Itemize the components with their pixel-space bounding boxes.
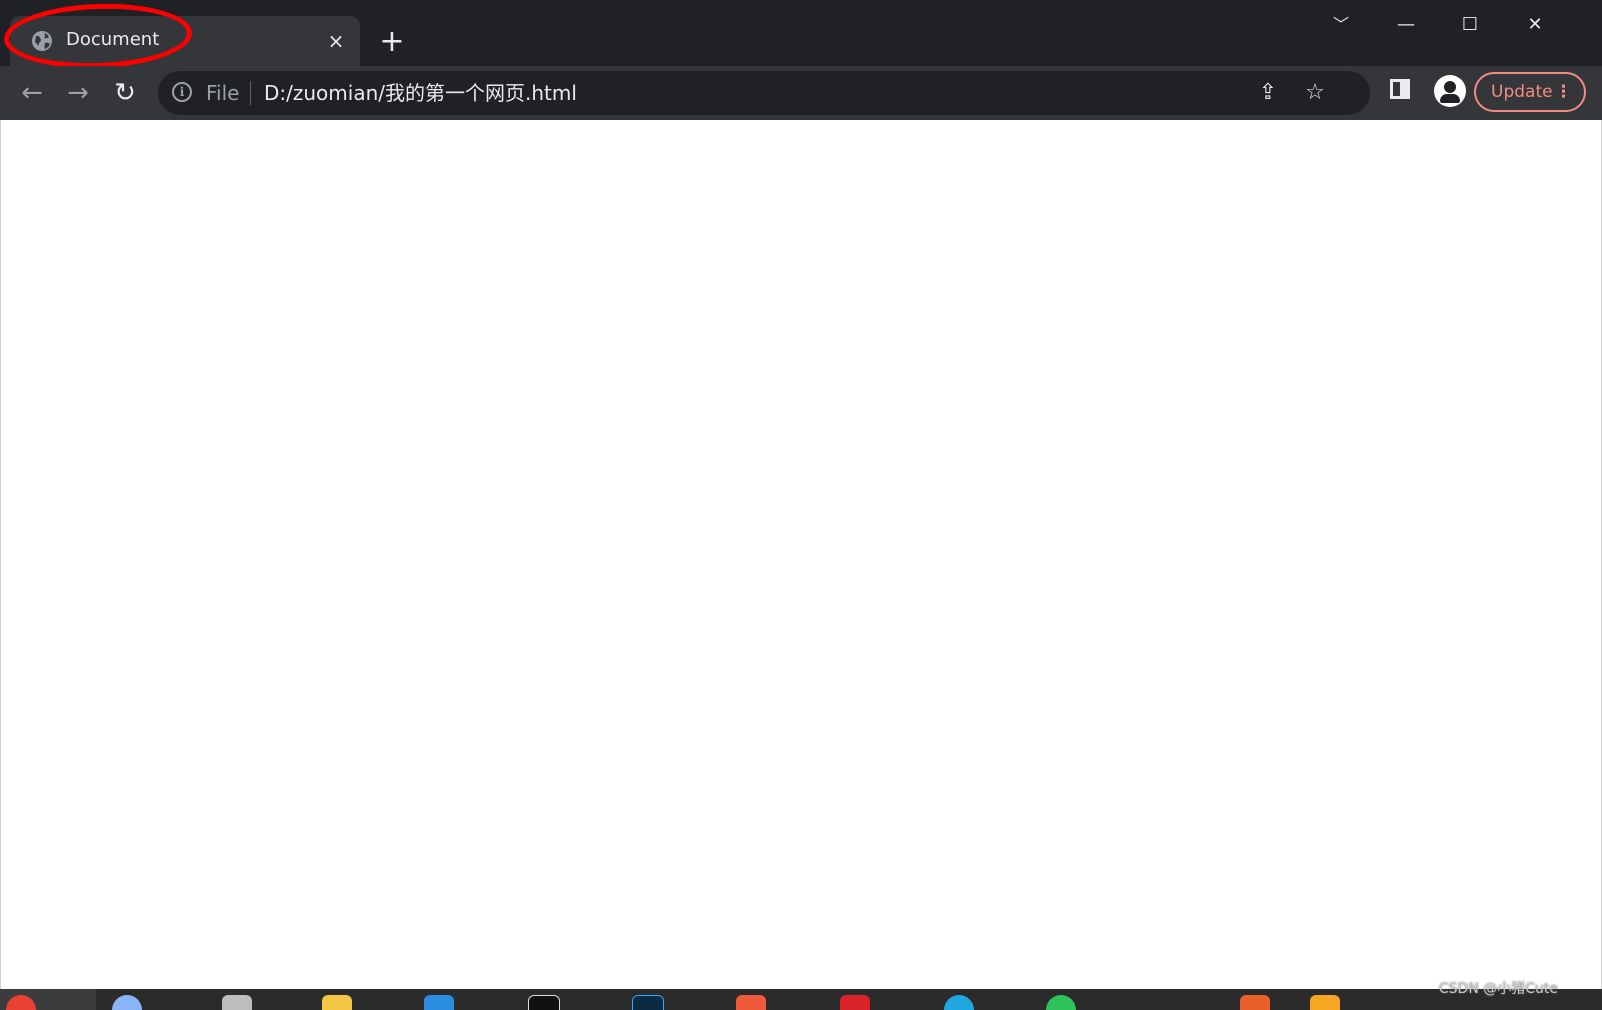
menu-dots-icon: ⋮ — [1555, 82, 1572, 102]
side-panel-icon[interactable] — [1390, 79, 1410, 99]
share-icon[interactable]: ⇪ — [1254, 79, 1282, 107]
taskbar-app-icon[interactable] — [222, 995, 252, 1010]
toolbar: ← → ↻ i File D:/zuomian/我的第一个网页.html ⇪ ☆… — [0, 66, 1602, 120]
tray-icon[interactable] — [1240, 995, 1270, 1010]
tab-strip: Document × + ﹀ — ☐ ✕ — [0, 0, 1602, 72]
window-close-button[interactable]: ✕ — [1512, 10, 1558, 40]
profile-avatar-icon[interactable] — [1434, 75, 1466, 107]
tray-icon[interactable] — [1310, 995, 1340, 1010]
photoshop-icon[interactable] — [632, 995, 664, 1010]
tab-close-button[interactable]: × — [322, 27, 350, 55]
taskbar-app-icon[interactable] — [736, 995, 766, 1010]
reload-button[interactable]: ↻ — [106, 74, 144, 112]
taskbar-app-icon[interactable] — [112, 995, 142, 1010]
taskbar-app-icon[interactable] — [1046, 995, 1076, 1010]
url-scheme-label: File — [206, 81, 240, 105]
new-tab-button[interactable]: + — [375, 26, 409, 60]
taskbar — [0, 989, 1602, 1010]
forward-button[interactable]: → — [59, 74, 97, 112]
page-content-area — [0, 120, 1602, 989]
watermark-text: CSDN @小猪Cute — [1438, 981, 1558, 997]
update-button-label: Update — [1491, 82, 1553, 102]
taskbar-active-app[interactable] — [0, 989, 96, 1010]
address-bar[interactable]: i File D:/zuomian/我的第一个网页.html ⇪ ☆ — [158, 71, 1370, 115]
info-icon[interactable]: i — [172, 82, 192, 102]
maximize-button[interactable]: ☐ — [1447, 10, 1493, 40]
chrome-app-icon — [6, 995, 36, 1010]
back-button[interactable]: ← — [13, 74, 51, 112]
omnibox-divider — [250, 81, 251, 105]
taskbar-app-icon[interactable] — [944, 995, 974, 1010]
taskbar-app-icon[interactable] — [528, 995, 560, 1010]
minimize-button[interactable]: — — [1383, 10, 1429, 40]
folder-icon[interactable] — [322, 995, 352, 1010]
vscode-icon[interactable] — [424, 995, 454, 1010]
update-button[interactable]: Update ⋮ — [1474, 72, 1586, 112]
url-text[interactable]: D:/zuomian/我的第一个网页.html — [264, 80, 577, 106]
tab-search-button[interactable]: ﹀ — [1318, 10, 1364, 40]
taskbar-app-icon[interactable] — [840, 995, 870, 1010]
browser-window: Document × + ﹀ — ☐ ✕ ← → ↻ i File D:/zuo… — [0, 0, 1602, 1010]
bookmark-star-icon[interactable]: ☆ — [1301, 79, 1329, 107]
